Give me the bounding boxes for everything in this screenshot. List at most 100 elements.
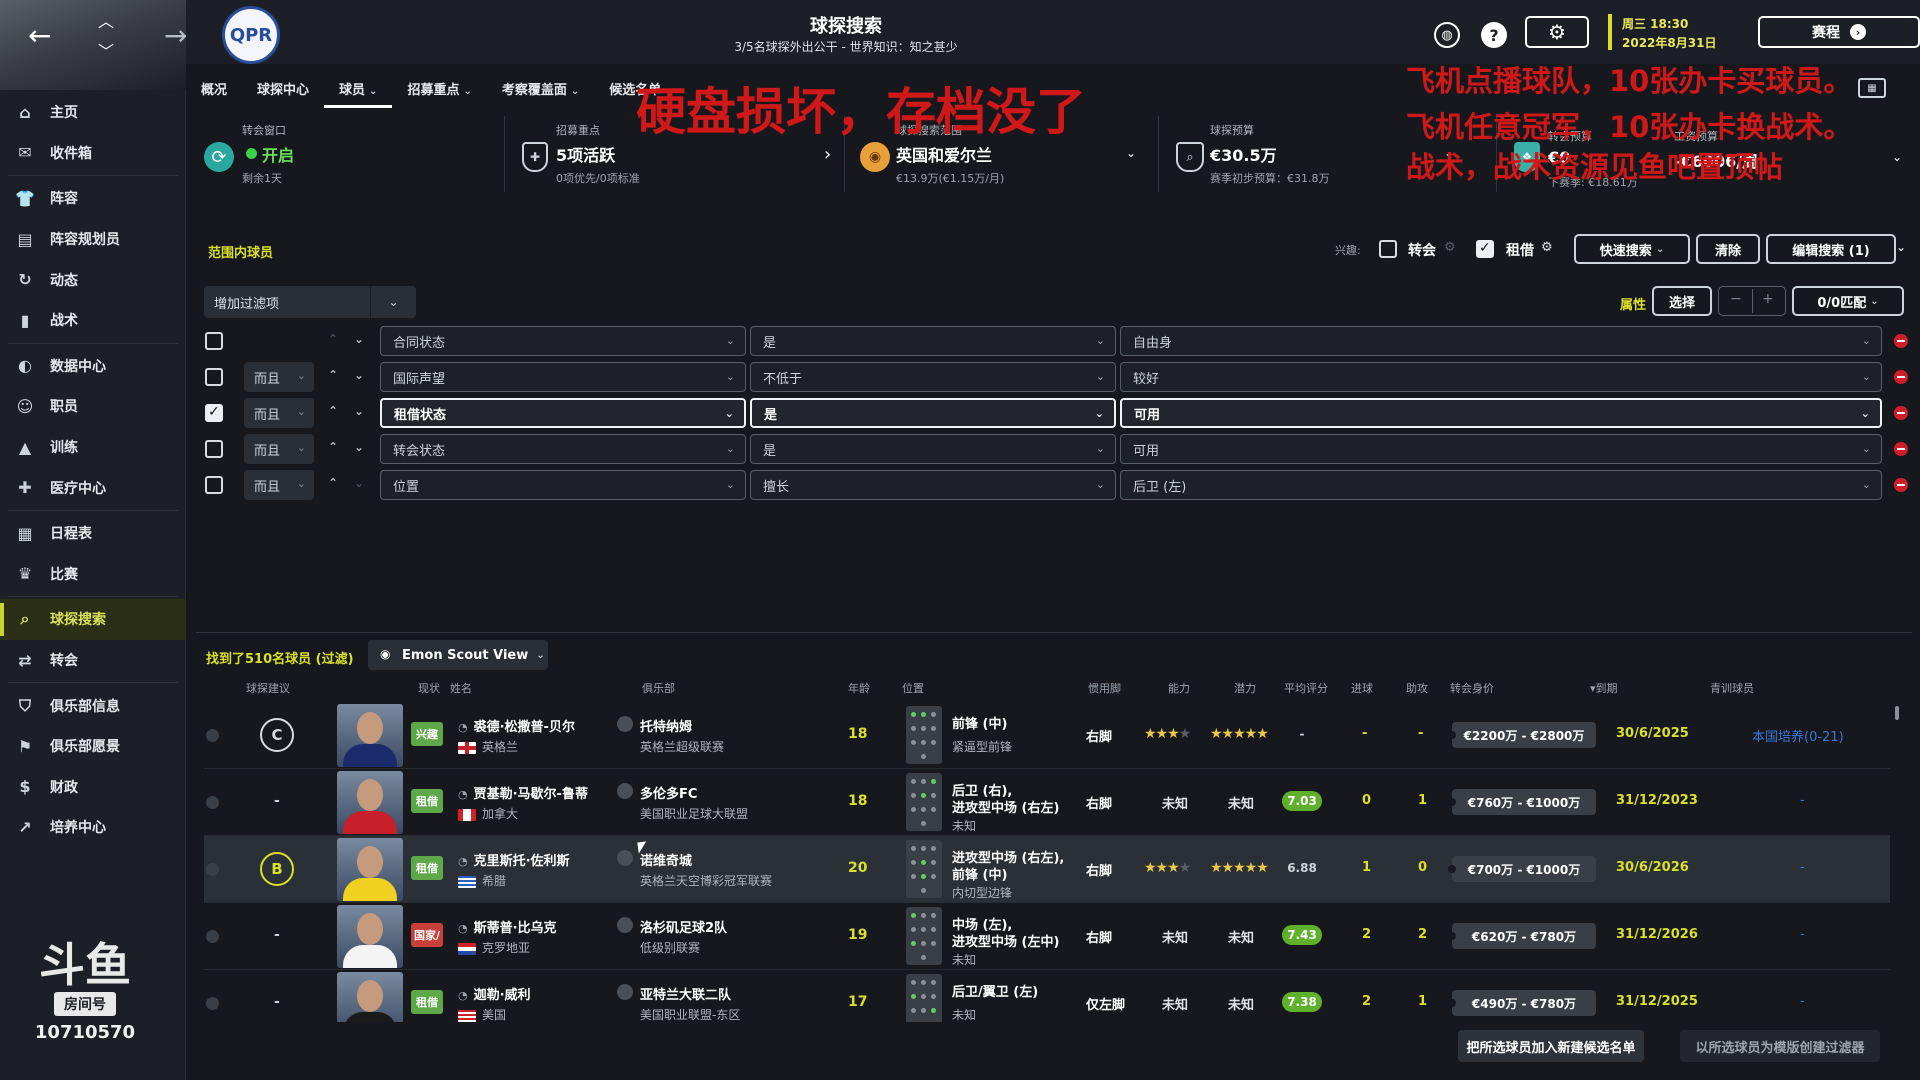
chevron-down-icon[interactable]: ﹀ — [98, 38, 114, 66]
column-header[interactable]: 青训球员 — [1710, 680, 1754, 696]
column-header[interactable]: 球探建议 — [246, 680, 290, 696]
settings-button[interactable]: ⚙ — [1525, 16, 1589, 48]
player-row[interactable]: - 国家/ ◔ 斯蒂普·比乌克 克罗地亚 洛杉矶足球2队 低级别联赛 19 中场 (左), 进攻型… — [204, 903, 1890, 970]
column-header[interactable]: 潜力 — [1234, 680, 1256, 696]
match-dropdown[interactable]: 0/0匹配 ⌄ — [1792, 286, 1904, 316]
forward-arrow-icon[interactable]: → — [164, 22, 187, 50]
add-shortlist-button[interactable]: 把所选球员加入新建候选名单 — [1458, 1030, 1644, 1062]
player-name[interactable]: ◔ 贾基勒·马歇尔-鲁蒂 — [458, 783, 588, 802]
plus-button[interactable]: + — [1762, 291, 1774, 307]
move-up-icon[interactable]: ⌃ — [328, 368, 338, 382]
select-button[interactable]: 选择 — [1652, 286, 1712, 316]
sidebar-item-10[interactable]: ✚ 医疗中心 — [0, 467, 186, 508]
club-badge[interactable]: QPR — [222, 6, 280, 64]
filter-op-dropdown[interactable]: 是 ⌄ — [750, 398, 1116, 428]
help-icon[interactable]: ? — [1481, 22, 1507, 48]
transfer-checkbox[interactable] — [1379, 240, 1397, 258]
filter-and-dropdown[interactable]: 而且 ⌄ — [244, 470, 314, 500]
clear-button[interactable]: 清除 — [1696, 234, 1760, 264]
sidebar-item-4[interactable]: ▤ 阵容规划员 — [0, 219, 186, 260]
back-arrow-icon[interactable]: ← — [28, 22, 51, 50]
column-header[interactable]: 惯用脚 — [1088, 680, 1121, 696]
club-name[interactable]: 托特纳姆 — [640, 716, 692, 735]
filter-op-dropdown[interactable]: 是 ⌄ — [750, 326, 1116, 356]
player-photo[interactable] — [337, 704, 403, 767]
remove-filter-icon[interactable] — [1894, 406, 1908, 420]
filter-checkbox[interactable] — [205, 476, 223, 494]
column-header[interactable]: 俱乐部 — [642, 680, 675, 696]
create-filter-button[interactable]: 以所选球员为模版创建过滤器 — [1680, 1030, 1880, 1062]
view-dropdown[interactable]: ◉ Emon Scout View ⌄ — [368, 640, 548, 670]
column-header[interactable]: 能力 — [1168, 680, 1190, 696]
gear-icon[interactable]: ⚙ — [1444, 240, 1456, 255]
quick-search-button[interactable]: 快速搜索 ⌄ — [1574, 234, 1690, 264]
world-icon[interactable]: ◍ — [1434, 22, 1460, 48]
filter-field-dropdown[interactable]: 位置 ⌄ — [380, 470, 746, 500]
minus-button[interactable]: − — [1730, 291, 1742, 307]
tab-5[interactable]: 考察覆盖面 ⌄ — [487, 74, 594, 108]
filter-value-dropdown[interactable]: 自由身 ⌄ — [1120, 326, 1882, 356]
sidebar-item-8[interactable]: ☺ 职员 — [0, 386, 186, 427]
continue-button[interactable]: 赛程 › — [1758, 16, 1920, 48]
filter-field-dropdown[interactable]: 转会状态 ⌄ — [380, 434, 746, 464]
select-player-radio[interactable] — [206, 997, 219, 1010]
select-player-radio[interactable] — [206, 863, 219, 876]
sidebar-item-12[interactable]: ♛ 比赛 — [0, 554, 186, 595]
column-header[interactable]: 转会身价 — [1450, 680, 1494, 696]
column-header[interactable]: 进球 — [1351, 680, 1373, 696]
sidebar-item-17[interactable]: $ 财政 — [0, 767, 186, 808]
column-header[interactable]: 位置 — [902, 680, 924, 696]
club-name[interactable]: 洛杉矶足球2队 — [640, 917, 727, 936]
filter-op-dropdown[interactable]: 不低于 ⌄ — [750, 362, 1116, 392]
sidebar-item-2[interactable]: ✉ 收件箱 — [0, 133, 186, 174]
player-name[interactable]: ◔ 裘德·松撒普-贝尔 — [458, 716, 575, 735]
move-up-icon[interactable]: ⌃ — [328, 404, 338, 418]
player-row[interactable]: - 租借 ◔ 迦勒·威利 美国 亚特兰大联二队 美国职业联盟-东区 17 后卫/翼卫 (左) 未知… — [204, 970, 1890, 1022]
sidebar-item-5[interactable]: ↻ 动态 — [0, 259, 186, 300]
player-photo[interactable] — [337, 771, 403, 834]
player-row[interactable]: B 租借 ◔ 克里斯托·佐利斯 希腊 诺维奇城 英格兰天空博彩冠军联赛 20 进攻型中场 (右左… — [204, 836, 1890, 903]
gear-icon[interactable]: ⚙ — [1541, 240, 1553, 255]
sidebar-item-18[interactable]: ↗ 培养中心 — [0, 807, 186, 848]
club-name[interactable]: 诺维奇城 — [640, 850, 692, 869]
scrollbar[interactable] — [1895, 706, 1899, 720]
select-player-radio[interactable] — [206, 930, 219, 943]
sidebar-item-16[interactable]: ⚑ 俱乐部愿景 — [0, 726, 186, 767]
sidebar-item-14[interactable]: ⇄ 转会 — [0, 640, 186, 681]
filter-and-dropdown[interactable]: 而且 ⌄ — [244, 398, 314, 428]
chevron-down-icon[interactable]: ⌄ — [1896, 240, 1906, 254]
add-filter-dropdown[interactable]: 增加过滤项 ⌄ — [204, 286, 416, 318]
move-down-icon[interactable]: ⌄ — [354, 404, 364, 418]
sidebar-item-6[interactable]: ▮ 战术 — [0, 300, 186, 341]
tab-2[interactable]: 球探中心 — [242, 74, 324, 108]
filter-field-dropdown[interactable]: 合同状态 ⌄ — [380, 326, 746, 356]
filter-value-dropdown[interactable]: 较好 ⌄ — [1120, 362, 1882, 392]
column-header[interactable]: 年龄 — [848, 680, 870, 696]
player-name[interactable]: ◔ 斯蒂普·比乌克 — [458, 917, 557, 936]
remove-filter-icon[interactable] — [1894, 442, 1908, 456]
move-down-icon[interactable]: ⌄ — [354, 440, 364, 454]
player-name[interactable]: ◔ 迦勒·威利 — [458, 984, 531, 1003]
move-down-icon[interactable]: ⌄ — [354, 332, 364, 346]
column-header[interactable]: 现状 — [418, 680, 440, 696]
filter-field-dropdown[interactable]: 国际声望 ⌄ — [380, 362, 746, 392]
tab-4[interactable]: 招募重点 ⌄ — [392, 74, 486, 108]
filter-and-dropdown[interactable]: 而且 ⌄ — [244, 362, 314, 392]
club-name[interactable]: 多伦多FC — [640, 783, 697, 802]
tactics-overview-icon[interactable]: ▦ — [1858, 78, 1886, 98]
sidebar-item-7[interactable]: ◐ 数据中心 — [0, 346, 186, 387]
column-header[interactable]: 助攻 — [1406, 680, 1428, 696]
filter-and-dropdown[interactable]: 而且 ⌄ — [244, 434, 314, 464]
filter-field-dropdown[interactable]: 租借状态 ⌄ — [380, 398, 746, 428]
chevron-up-icon[interactable]: ︿ — [98, 8, 114, 36]
select-player-radio[interactable] — [206, 796, 219, 809]
move-down-icon[interactable]: ⌄ — [354, 476, 364, 490]
filter-checkbox[interactable] — [205, 368, 223, 386]
player-name[interactable]: ◔ 克里斯托·佐利斯 — [458, 850, 570, 869]
filter-op-dropdown[interactable]: 擅长 ⌄ — [750, 470, 1116, 500]
column-header[interactable]: 姓名 — [450, 680, 472, 696]
player-photo[interactable] — [337, 838, 403, 901]
move-down-icon[interactable]: ⌄ — [354, 368, 364, 382]
filter-checkbox[interactable] — [205, 332, 223, 350]
sidebar-item-9[interactable]: ▲ 训练 — [0, 427, 186, 468]
